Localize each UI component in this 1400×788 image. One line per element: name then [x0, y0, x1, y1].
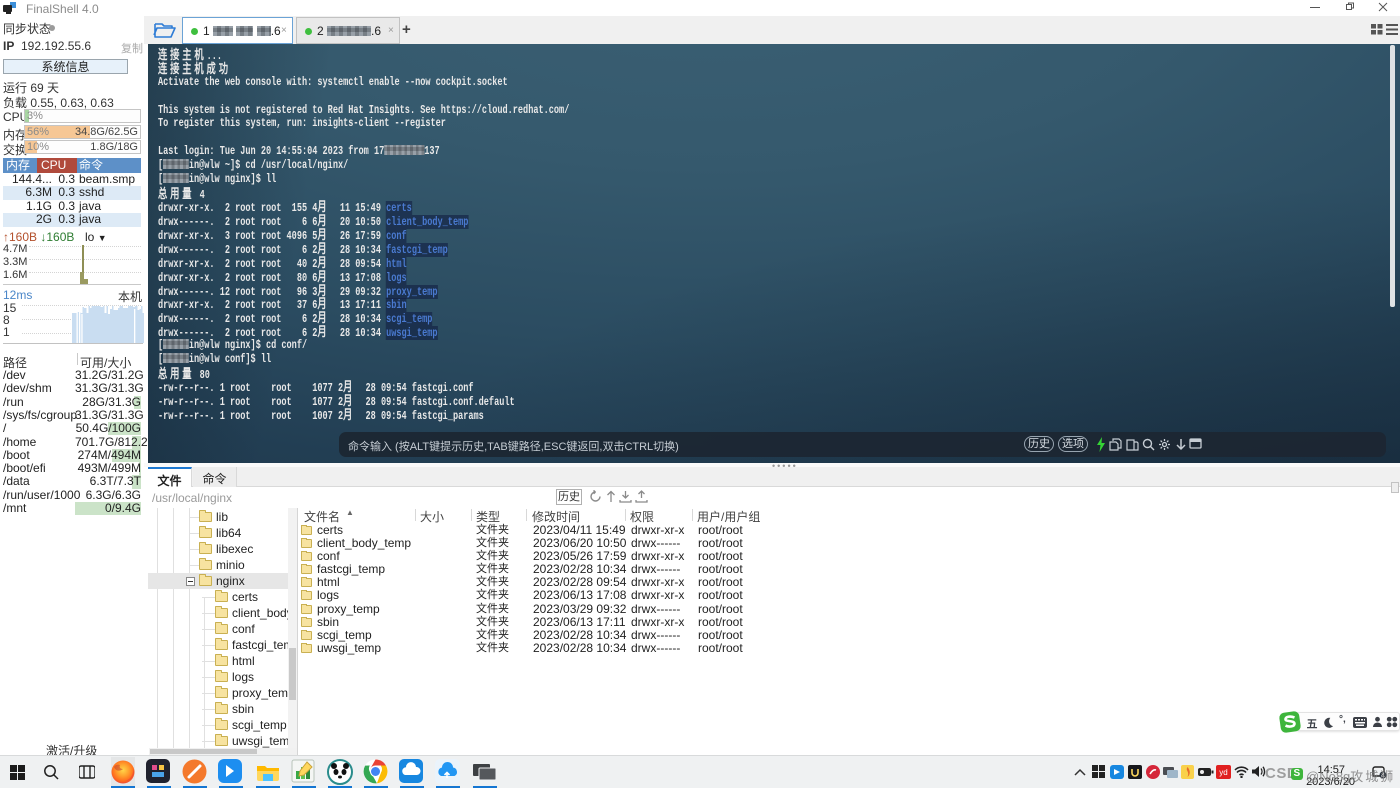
- svg-text:yd: yd: [1219, 768, 1227, 777]
